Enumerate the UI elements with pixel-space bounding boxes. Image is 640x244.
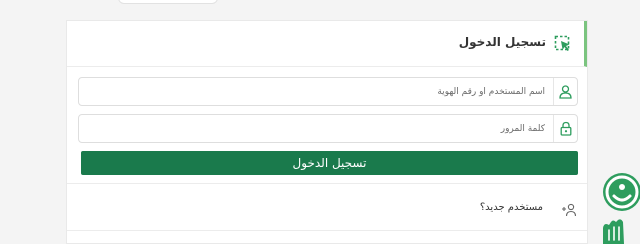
login-card-header: تسجيل الدخول — [67, 21, 587, 67]
lock-icon — [553, 115, 577, 142]
top-tab[interactable] — [118, 0, 218, 4]
login-button[interactable]: تسجيل الدخول — [81, 151, 578, 175]
user-icon — [553, 78, 577, 105]
username-input[interactable] — [79, 78, 553, 105]
divider — [67, 183, 587, 184]
accessibility-icon[interactable] — [600, 170, 640, 244]
login-header-title: تسجيل الدخول — [458, 35, 546, 49]
cursor-select-icon — [554, 35, 570, 51]
divider — [67, 230, 587, 231]
username-field-wrap — [78, 77, 578, 106]
password-field-wrap — [78, 114, 578, 143]
user-plus-icon — [562, 203, 577, 217]
password-input[interactable] — [79, 115, 553, 142]
login-card: تسجيل الدخول تسجيل الدخول مستخدم جديد؟ — [66, 20, 588, 244]
new-user-link[interactable]: مستخدم جديد؟ — [480, 202, 543, 213]
